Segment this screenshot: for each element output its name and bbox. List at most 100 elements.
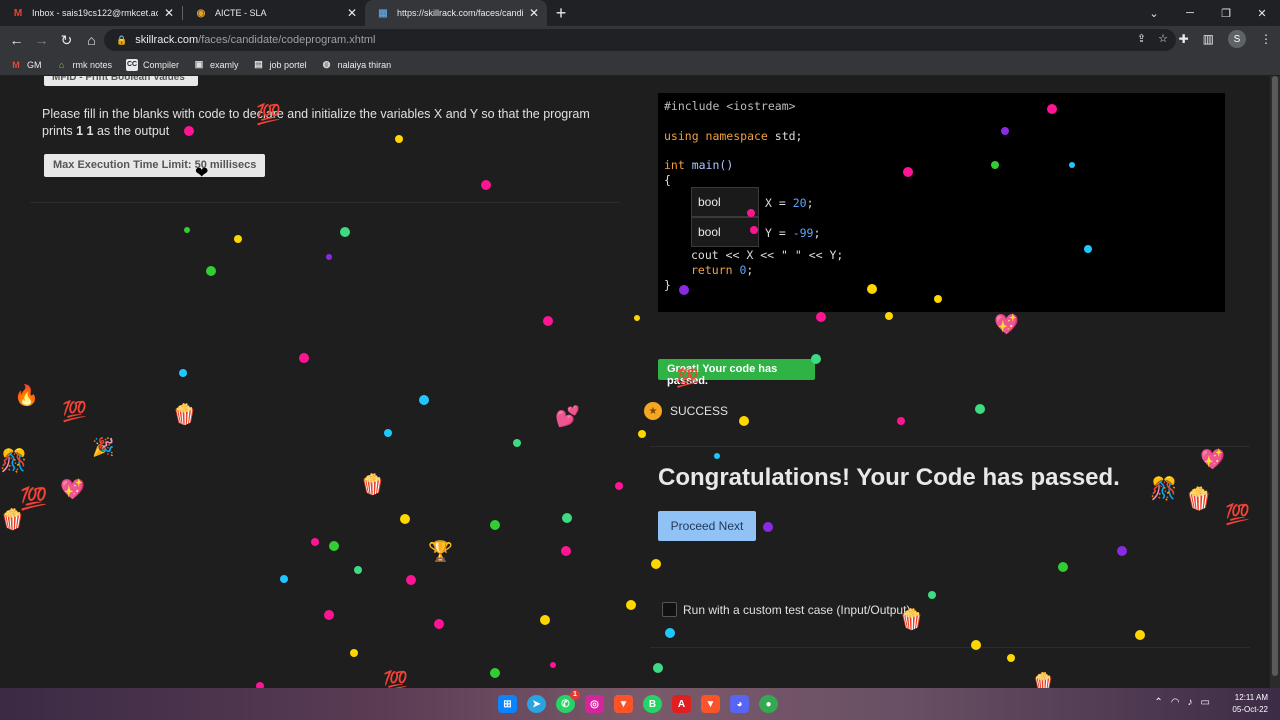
- fire-icon: 🔥: [14, 383, 39, 407]
- clock-time: 12:11 AM: [1234, 693, 1268, 702]
- custom-test-checkbox[interactable]: [662, 602, 677, 617]
- skillrack-icon: ▦: [378, 7, 388, 19]
- semicolon: ;: [806, 196, 814, 210]
- close-icon[interactable]: ✕: [164, 6, 174, 20]
- divider: [30, 202, 620, 203]
- bookmark-label: rmk notes: [72, 59, 113, 70]
- whatsapp-business-icon[interactable]: B: [643, 695, 662, 713]
- system-clock[interactable]: 12:11 AM 05-Oct-22: [1232, 692, 1268, 716]
- restore-icon[interactable]: ❐: [1208, 7, 1244, 20]
- page-content: MFID - Print Boolean Values Please fill …: [0, 76, 1280, 688]
- hundred-icon: 💯: [20, 486, 47, 511]
- using-rest: std;: [767, 129, 803, 143]
- custom-test-label: Run with a custom test case (Input/Outpu…: [683, 602, 911, 617]
- bookmark-compiler[interactable]: CC Compiler: [126, 58, 180, 71]
- medal-icon: ★: [644, 402, 662, 420]
- chevron-up-icon[interactable]: ⌃: [1154, 697, 1162, 708]
- proceed-next-button[interactable]: Proceed Next: [658, 511, 756, 541]
- success-row: ★ SUCCESS: [644, 402, 728, 420]
- tab-search-icon[interactable]: ⌄: [1136, 7, 1172, 20]
- return-value: 0: [732, 263, 747, 277]
- bookmark-nalaiya-thiran[interactable]: ◍ nalaiya thiran: [321, 59, 392, 71]
- expected-output: 1 1: [76, 124, 94, 138]
- instagram-icon[interactable]: ◎: [585, 695, 604, 713]
- code-panel: #include <iostream> using namespace std;…: [658, 93, 1225, 312]
- bookmark-label: examly: [210, 59, 239, 70]
- popcorn-icon: 🍿: [1032, 671, 1054, 688]
- tab-title: Inbox - sais19cs122@rmkcet.ac.in: [32, 8, 158, 18]
- windows-start-icon[interactable]: ⊞: [498, 695, 517, 713]
- tab-skillrack[interactable]: ▦ https://skillrack.com/faces/candidat ✕: [365, 0, 547, 26]
- code-using: using namespace std;: [664, 129, 802, 143]
- code-close-brace: }: [664, 278, 671, 292]
- chrome-icon[interactable]: ●: [759, 695, 778, 713]
- globe-icon: ◍: [322, 59, 331, 69]
- url-host: skillrack.com: [135, 34, 199, 46]
- bookmark-label: job portel: [269, 59, 307, 70]
- confetti-cluster-icon: 🎊: [1150, 475, 1177, 501]
- minimize-icon[interactable]: ─: [1172, 7, 1208, 19]
- forward-icon[interactable]: →: [29, 32, 54, 48]
- whatsapp-icon[interactable]: ✆ 1: [556, 690, 580, 713]
- heart-icon: 💕: [555, 404, 580, 428]
- toolbar-right: ✚ ▥ S ⋮: [1179, 30, 1272, 48]
- bookmark-job-portel[interactable]: ▤ job portel: [253, 59, 307, 71]
- blank-y-input[interactable]: bool: [691, 217, 759, 247]
- heart-icon: 💖: [1200, 447, 1225, 471]
- popcorn-icon: 🍿: [1185, 486, 1212, 511]
- back-icon[interactable]: ←: [4, 32, 29, 48]
- bookmark-label: nalaiya thiran: [337, 59, 392, 70]
- clock-date: 05-Oct-22: [1232, 705, 1268, 714]
- scrollbar-thumb[interactable]: [1272, 76, 1278, 676]
- blank-x-input[interactable]: bool: [691, 187, 759, 217]
- taskbar-apps: ⊞ ➤ ✆ 1 ◎ ▼ B A ▼ ◕ ●: [498, 690, 778, 713]
- lock-icon[interactable]: 🔒: [116, 35, 127, 46]
- bookmark-rmk-notes[interactable]: ⌂ rmk notes: [56, 59, 113, 71]
- wifi-icon[interactable]: ◠: [1171, 697, 1180, 708]
- tab-aicte[interactable]: ◉ AICTE - SLA ✕: [183, 0, 365, 26]
- custom-test-row: Run with a custom test case (Input/Outpu…: [662, 602, 910, 617]
- tab-title: https://skillrack.com/faces/candidat: [397, 8, 523, 18]
- divider: [650, 647, 1250, 648]
- congrats-heading: Congratulations! Your Code has passed.: [658, 464, 1120, 491]
- close-window-icon[interactable]: ✕: [1244, 7, 1280, 20]
- bookmark-examly[interactable]: ▣ examly: [193, 59, 239, 71]
- brave-beta-icon[interactable]: ▼: [701, 695, 720, 713]
- home-icon[interactable]: ⌂: [79, 32, 104, 48]
- share-icon[interactable]: ⇪: [1137, 32, 1146, 45]
- party-popper-icon: 🎉: [92, 436, 114, 458]
- brave-icon[interactable]: ▼: [614, 695, 633, 713]
- reload-icon[interactable]: ↻: [54, 32, 79, 49]
- y-value: -99: [792, 226, 814, 240]
- tab-gmail[interactable]: M Inbox - sais19cs122@rmkcet.ac.in ✕: [0, 0, 182, 26]
- bookmark-label: Compiler: [143, 59, 180, 70]
- volume-icon[interactable]: ♪: [1188, 697, 1193, 708]
- code-cout: cout << X << " " << Y;: [691, 248, 844, 262]
- extensions-icon[interactable]: ✚: [1179, 32, 1189, 46]
- pass-badge: Great! Your code has passed.: [658, 359, 815, 387]
- divider: [650, 446, 1250, 447]
- page-scrollbar[interactable]: [1270, 76, 1280, 688]
- problem-title-chip: MFID - Print Boolean Values: [44, 76, 198, 86]
- profile-avatar[interactable]: S: [1228, 30, 1246, 48]
- success-status: SUCCESS: [670, 404, 729, 418]
- bookmarks-bar: M GM ⌂ rmk notes CC Compiler ▣ examly ▤ …: [0, 54, 1280, 76]
- bookmark-gm[interactable]: M GM: [10, 59, 41, 71]
- semicolon: ;: [746, 263, 754, 277]
- sidepanel-icon[interactable]: ▥: [1203, 32, 1214, 46]
- tab-title: AICTE - SLA: [215, 8, 267, 18]
- heart-icon: 💖: [994, 312, 1019, 336]
- code-main: int main(): [664, 158, 733, 172]
- popcorn-icon: 🍿: [0, 507, 25, 531]
- telegram-icon[interactable]: ➤: [527, 695, 546, 713]
- battery-icon[interactable]: ▭: [1201, 697, 1210, 708]
- address-bar[interactable]: 🔒 skillrack.com /faces/candidate/codepro…: [104, 29, 1176, 51]
- bookmark-star-icon[interactable]: ☆: [1158, 32, 1168, 45]
- menu-icon[interactable]: ⋮: [1260, 32, 1272, 46]
- close-icon[interactable]: ✕: [529, 6, 539, 20]
- close-icon[interactable]: ✕: [347, 6, 357, 20]
- acrobat-icon[interactable]: A: [672, 695, 691, 713]
- discord-icon[interactable]: ◕: [730, 695, 749, 713]
- aicte-icon: ◉: [196, 7, 206, 19]
- new-tab-button[interactable]: +: [547, 3, 575, 24]
